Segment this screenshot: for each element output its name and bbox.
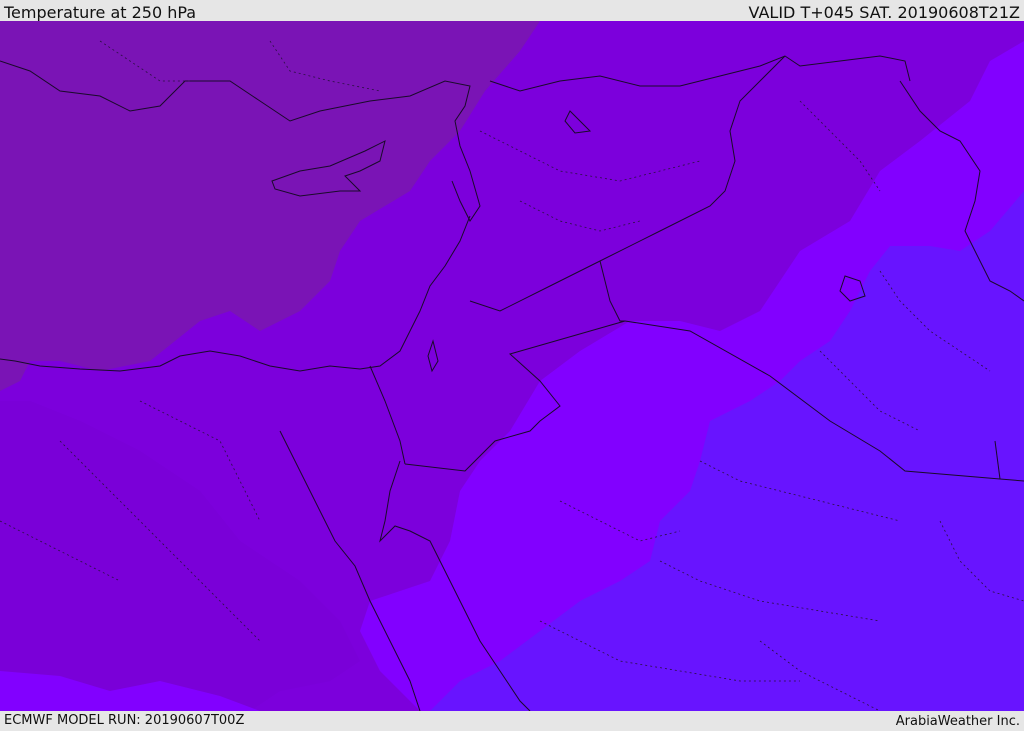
map-canvas	[0, 21, 1024, 711]
map-title: Temperature at 250 hPa	[4, 3, 197, 22]
temperature-map[interactable]	[0, 21, 1024, 711]
model-run: ECMWF MODEL RUN: 20190607T00Z	[4, 713, 245, 728]
brand-label: ArabiaWeather Inc.	[895, 714, 1020, 729]
header-bar: Temperature at 250 hPa VALID T+045 SAT. …	[0, 0, 1024, 22]
footer-bar: ECMWF MODEL RUN: 20190607T00Z ArabiaWeat…	[0, 711, 1024, 729]
valid-time: VALID T+045 SAT. 20190608T21Z	[748, 3, 1020, 22]
